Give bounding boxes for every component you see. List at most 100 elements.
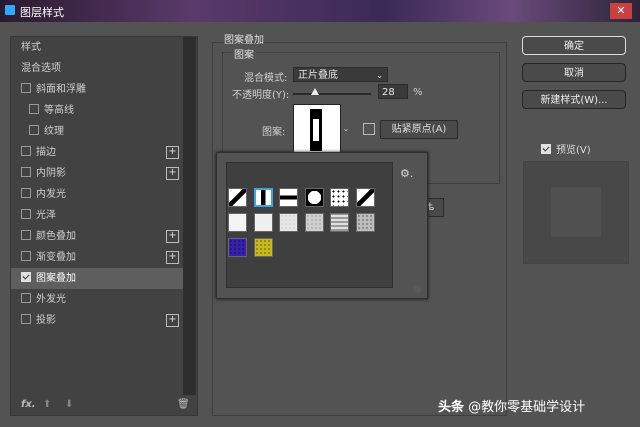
style-checkbox[interactable] (21, 146, 31, 156)
opacity-label: 不透明度(Y): (232, 90, 290, 101)
style-item-label: 图案叠加 (36, 273, 76, 284)
style-item-label: 内阴影 (36, 168, 66, 179)
pattern-swatch-concentric-squares[interactable] (330, 213, 349, 232)
style-item-label: 纹理 (44, 126, 64, 137)
blend-mode-value: 正片叠底 (298, 70, 338, 81)
style-item-label: 内发光 (36, 189, 66, 200)
add-instance-icon[interactable]: + (166, 167, 179, 180)
style-checkbox[interactable] (21, 314, 31, 324)
pattern-swatch-black-frame[interactable] (304, 188, 324, 207)
opacity-slider[interactable] (293, 88, 371, 95)
pattern-swatch-light-noise[interactable] (279, 213, 298, 232)
pattern-swatch-diagonal-stripe[interactable] (228, 188, 247, 207)
style-item-label: 外发光 (36, 294, 66, 305)
window-title: 图层样式 (20, 6, 64, 19)
style-item[interactable]: 内发光 (11, 184, 183, 205)
title-bar: 图层样式 ✕ (0, 0, 640, 22)
ok-button[interactable]: 确定 (522, 36, 626, 55)
style-item[interactable]: 光泽 (11, 205, 183, 226)
style-item-label: 样式 (21, 42, 41, 53)
blend-mode-label: 混合模式: (244, 73, 288, 84)
move-up-icon[interactable]: ⬆ (43, 399, 51, 410)
style-item[interactable]: 斜面和浮雕 (11, 79, 183, 100)
resize-handle[interactable] (413, 285, 421, 293)
style-checkbox[interactable] (21, 272, 31, 282)
watermark-handle: @教你零基础学设计 (468, 400, 586, 415)
watermark: 头条 @教你零基础学设计 (438, 396, 585, 415)
style-list-scrollbar[interactable] (183, 37, 196, 395)
pattern-swatch-horizontal-bar[interactable] (279, 188, 298, 207)
style-item[interactable]: 混合选项 (11, 58, 183, 79)
pattern-label: 图案: (262, 127, 286, 138)
preview-toggle[interactable]: 预览(V) (541, 141, 591, 156)
new-preset-icon[interactable] (363, 123, 375, 135)
style-checkbox[interactable] (21, 230, 31, 240)
subgroup-title: 图案 (232, 46, 256, 61)
style-item-label: 投影 (36, 315, 56, 326)
style-item[interactable]: 外发光 (11, 289, 183, 310)
style-item-label: 颜色叠加 (36, 231, 76, 242)
opacity-input[interactable]: 28 (378, 84, 408, 99)
photoshop-app-icon (5, 5, 15, 15)
style-item-label: 斜面和浮雕 (36, 84, 86, 95)
watermark-app: 头条 (438, 400, 465, 415)
style-list-panel: 样式混合选项斜面和浮雕等高线纹理描边 + 内阴影 + 内发光光泽颜色叠加 + 渐变叠加 + 图案… (10, 36, 198, 416)
add-instance-icon[interactable]: + (166, 146, 179, 159)
pattern-swatch-gray-noise[interactable] (304, 213, 324, 232)
pattern-dropdown-icon[interactable]: ⌄ (341, 104, 351, 154)
add-instance-icon[interactable]: + (166, 314, 179, 327)
pattern-swatch-dark-noise[interactable] (355, 213, 375, 232)
style-checkbox[interactable] (21, 293, 31, 303)
style-item[interactable]: 颜色叠加 + (11, 226, 183, 247)
add-instance-icon[interactable]: + (166, 230, 179, 243)
add-instance-icon[interactable]: + (166, 251, 179, 264)
style-item[interactable]: 内阴影 + (11, 163, 183, 184)
gear-icon[interactable]: ⚙. (400, 167, 413, 180)
style-checkbox[interactable] (29, 125, 39, 135)
move-down-icon[interactable]: ⬇ (65, 399, 73, 410)
style-item-label: 光泽 (36, 210, 56, 221)
style-item[interactable]: 描边 + (11, 142, 183, 163)
style-item[interactable]: 纹理 (11, 121, 183, 142)
style-checkbox[interactable] (21, 83, 31, 93)
style-list-toolbar: fx. ⬆ ⬇ 🗑 (11, 397, 196, 415)
new-style-button[interactable]: 新建样式(W)... (522, 90, 626, 109)
pattern-swatch-purple-noise[interactable] (228, 238, 247, 257)
style-preview (523, 161, 629, 264)
blend-mode-select[interactable]: 正片叠底 ⌄ (293, 67, 388, 82)
style-checkbox[interactable] (21, 251, 31, 261)
layer-style-dialog: 样式混合选项斜面和浮雕等高线纹理描边 + 内阴影 + 内发光光泽颜色叠加 + 渐变叠加 + 图案… (0, 22, 640, 427)
preview-label: 预览(V) (556, 145, 591, 156)
style-item-label: 混合选项 (21, 63, 61, 74)
pattern-preview[interactable] (293, 104, 341, 156)
style-checkbox[interactable] (21, 209, 31, 219)
style-item[interactable]: 投影 + (11, 310, 183, 331)
preview-checkbox[interactable] (541, 144, 551, 154)
style-checkbox[interactable] (21, 167, 31, 177)
pattern-swatch-white-1[interactable] (228, 213, 247, 232)
cancel-button[interactable]: 取消 (522, 63, 626, 82)
chevron-down-icon: ⌄ (376, 71, 383, 80)
pattern-swatch-vertical-bar[interactable] (253, 188, 273, 207)
fx-menu-button[interactable]: fx. (21, 399, 36, 410)
percent-label: % (413, 87, 423, 98)
style-checkbox[interactable] (29, 104, 39, 114)
pattern-swatch-diagonal-thick[interactable] (355, 188, 375, 207)
close-button[interactable]: ✕ (610, 3, 632, 19)
snap-to-origin-button[interactable]: 贴紧原点(A) (380, 120, 458, 139)
style-list: 样式混合选项斜面和浮雕等高线纹理描边 + 内阴影 + 内发光光泽颜色叠加 + 渐变叠加 + 图案… (11, 37, 183, 331)
style-item[interactable]: 图案叠加 (11, 268, 183, 289)
style-item-label: 描边 (36, 147, 56, 158)
style-checkbox[interactable] (21, 188, 31, 198)
pattern-preview-graphic (310, 109, 322, 151)
pattern-swatch-white-2[interactable] (253, 213, 273, 232)
pattern-swatch-dots[interactable] (330, 188, 349, 207)
style-item[interactable]: 样式 (11, 37, 183, 58)
pattern-swatch-yellow-noise[interactable] (253, 238, 273, 257)
style-item[interactable]: 渐变叠加 + (11, 247, 183, 268)
style-item-label: 等高线 (44, 105, 74, 116)
opacity-slider-thumb[interactable] (310, 88, 319, 95)
trash-icon[interactable]: 🗑 (177, 399, 190, 410)
style-item[interactable]: 等高线 (11, 100, 183, 121)
style-item-label: 渐变叠加 (36, 252, 76, 263)
